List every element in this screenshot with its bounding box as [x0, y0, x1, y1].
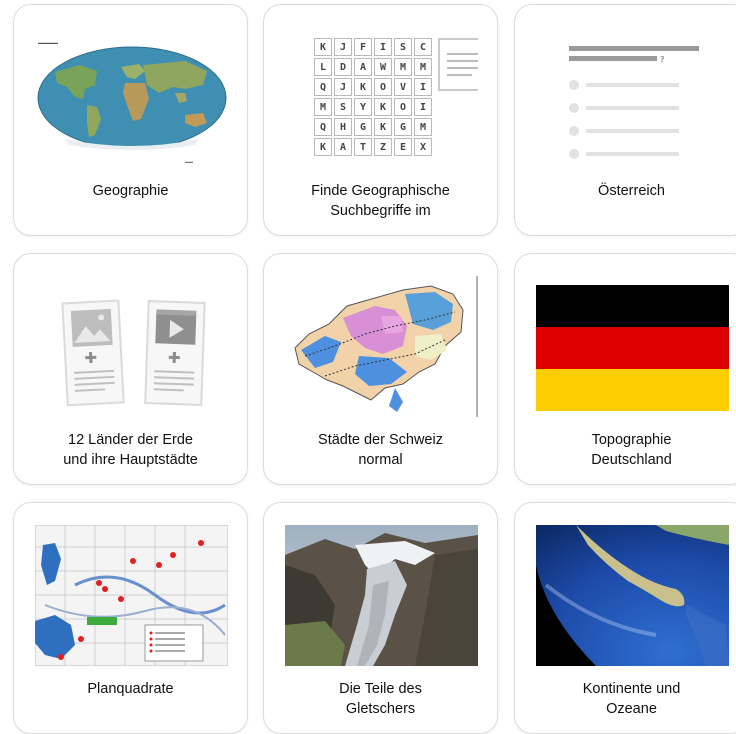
wordsearch-cell: Z [374, 138, 392, 156]
wordsearch-cell: K [314, 138, 332, 156]
wordsearch-cell: V [394, 78, 412, 96]
wordsearch-cell: I [414, 78, 432, 96]
wordsearch-cell: C [414, 38, 432, 56]
wordsearch-cell: J [334, 38, 352, 56]
wordsearch-grid: K J F I S C L D A W M M Q J K O V I M S … [312, 36, 434, 158]
card-label: 12 Länder der Erde und ihre Hauptstädte [63, 432, 198, 468]
wordsearch-cell: F [354, 38, 372, 56]
card-label: Topographie Deutschland [591, 432, 672, 468]
wordsearch-cell: O [394, 98, 412, 116]
card-label: Geographie [92, 183, 169, 199]
card-label: Kontinente und Ozeane [582, 681, 681, 717]
card-laender-hauptstaedte[interactable]: 12 Länder der Erde und ihre Hauptstädte [13, 253, 248, 485]
wordsearch-cell: K [374, 118, 392, 136]
wordsearch-cell: K [314, 38, 332, 56]
activity-grid: ▬▬▬▬▬ ▬▬ Geographie K J F I S C L D A W … [0, 0, 736, 734]
wordsearch-cell: Q [314, 118, 332, 136]
video-card-icon [144, 300, 206, 406]
wordsearch-cell: M [314, 98, 332, 116]
earth-photo-thumbnail [536, 525, 729, 666]
card-label: Städte der Schweiz normal [318, 432, 443, 468]
switzerland-map-thumbnail [285, 276, 478, 417]
world-map-thumbnail: ▬▬▬▬▬ ▬▬ [35, 27, 228, 168]
card-oesterreich[interactable]: ? Österreich [514, 4, 736, 236]
media-placeholder-thumbnail [35, 276, 228, 417]
card-label: Finde Geographische Suchbegriffe im [311, 183, 450, 219]
card-schweiz-staedte[interactable]: Städte der Schweiz normal [263, 253, 498, 485]
card-planquadrate[interactable]: Planquadrate [13, 502, 248, 734]
wordsearch-cell: G [394, 118, 412, 136]
wordsearch-cell: S [394, 38, 412, 56]
wordsearch-cell: M [414, 118, 432, 136]
card-geographie[interactable]: ▬▬▬▬▬ ▬▬ Geographie [13, 4, 248, 236]
glacier-photo-thumbnail [285, 525, 478, 666]
wordsearch-cell: Q [314, 78, 332, 96]
word-list-icon [438, 38, 478, 91]
quiz-icon: ? [569, 46, 699, 159]
germany-flag-thumbnail [536, 276, 729, 417]
svg-text:▬▬▬▬▬: ▬▬▬▬▬ [38, 40, 58, 45]
wordsearch-cell: D [334, 58, 352, 76]
card-label: Planquadrate [87, 681, 174, 697]
wordsearch-cell: I [374, 38, 392, 56]
wordsearch-cell: M [414, 58, 432, 76]
card-finde-suchbegriffe[interactable]: K J F I S C L D A W M M Q J K O V I M S … [263, 4, 498, 236]
wordsearch-cell: S [334, 98, 352, 116]
wordsearch-cell: O [374, 78, 392, 96]
card-kontinente-ozeane[interactable]: Kontinente und Ozeane [514, 502, 736, 734]
svg-text:?: ? [660, 55, 665, 64]
wordsearch-thumbnail: K J F I S C L D A W M M Q J K O V I M S … [285, 27, 478, 168]
wordsearch-cell: E [394, 138, 412, 156]
wordsearch-cell: A [354, 58, 372, 76]
wordsearch-cell: I [414, 98, 432, 116]
wordsearch-cell: A [334, 138, 352, 156]
city-map-thumbnail [35, 525, 228, 666]
quiz-placeholder-thumbnail: ? [536, 27, 729, 168]
card-label: Die Teile des Gletschers [339, 681, 422, 717]
wordsearch-cell: K [374, 98, 392, 116]
wordsearch-cell: Y [354, 98, 372, 116]
wordsearch-cell: M [394, 58, 412, 76]
wordsearch-cell: T [354, 138, 372, 156]
germany-flag-icon [536, 285, 729, 411]
card-gletscher[interactable]: Die Teile des Gletschers [263, 502, 498, 734]
svg-text:▬▬: ▬▬ [185, 159, 193, 164]
card-label: Österreich [598, 183, 665, 199]
wordsearch-cell: L [314, 58, 332, 76]
image-card-icon [61, 299, 125, 407]
wordsearch-cell: X [414, 138, 432, 156]
wordsearch-cell: G [354, 118, 372, 136]
wordsearch-cell: K [354, 78, 372, 96]
card-topographie-deutschland[interactable]: Topographie Deutschland [514, 253, 736, 485]
wordsearch-cell: J [334, 78, 352, 96]
wordsearch-cell: H [334, 118, 352, 136]
wordsearch-cell: W [374, 58, 392, 76]
